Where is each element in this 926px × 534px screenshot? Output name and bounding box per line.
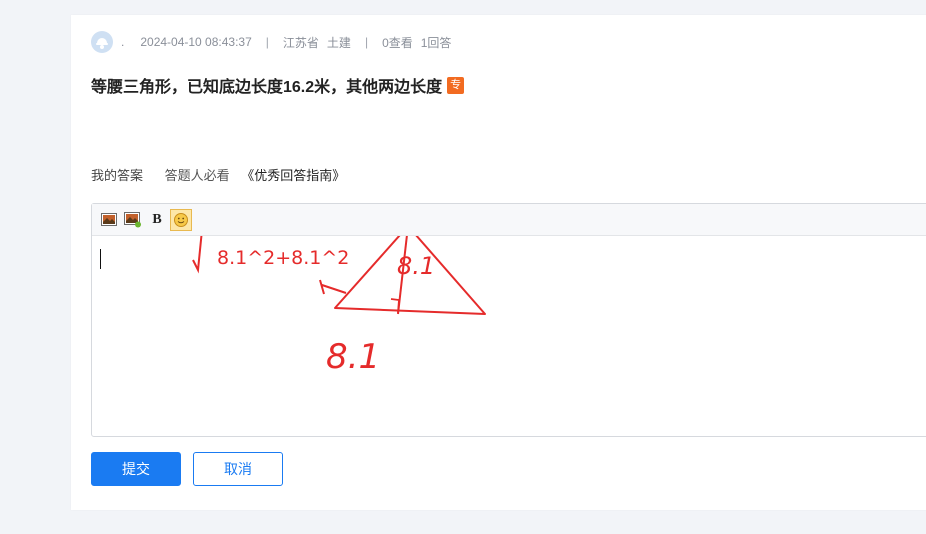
answer-guide-link[interactable]: 《优秀回答指南》 xyxy=(241,168,345,183)
upload-image-button[interactable] xyxy=(122,209,144,231)
image-upload-icon xyxy=(124,211,141,227)
question-datetime: 2024-04-10 08:43:37 xyxy=(140,35,252,49)
view-count: 0查看 xyxy=(382,35,413,50)
question-province: 江苏省 xyxy=(282,35,319,50)
guide-prefix: 答题人必看 xyxy=(164,168,230,183)
arrow-mark xyxy=(319,279,347,295)
question-title: 等腰三角形，已知底边长度16.2米，其他两边长度 专 xyxy=(91,73,465,97)
submit-button[interactable]: 提交 xyxy=(91,452,181,486)
insert-image-button[interactable] xyxy=(98,209,120,231)
author-name[interactable]: . xyxy=(121,35,124,49)
question-meta: . 2024-04-10 08:43:37 | 江苏省 土建 | 0查看 1回答 xyxy=(91,31,451,53)
question-title-text: 等腰三角形，已知底边长度16.2米，其他两边长度 xyxy=(91,79,443,96)
answer-header: 我的答案 答题人必看 《优秀回答指南》 xyxy=(91,165,345,184)
professional-badge: 专 xyxy=(447,76,465,94)
editor-toolbar: B xyxy=(92,204,926,236)
meta-divider: | xyxy=(364,35,369,49)
answer-count: 1回答 xyxy=(420,35,452,50)
my-answer-label: 我的答案 xyxy=(91,168,144,183)
emoji-button[interactable] xyxy=(170,208,192,231)
height-label: 8.1 xyxy=(397,252,435,280)
question-category: 土建 xyxy=(326,35,351,50)
meta-divider: | xyxy=(265,35,269,49)
question-card: . 2024-04-10 08:43:37 | 江苏省 土建 | 0查看 1回答… xyxy=(71,15,926,510)
cancel-button[interactable]: 取消 xyxy=(193,452,283,486)
sqrt-formula-text: 8.1^2+8.1^2 xyxy=(217,247,349,269)
avatar[interactable] xyxy=(91,31,113,53)
base-length-label: 8.1 xyxy=(326,337,380,377)
editor-content-area[interactable]: 8.1^2+8.1^2 8.1 8.1 xyxy=(92,236,926,436)
bold-button[interactable]: B xyxy=(146,209,168,231)
user-helmet-icon xyxy=(96,38,108,49)
answer-editor: B 8.1^2+8.1^2 8.1 8.1 xyxy=(91,203,926,437)
image-icon xyxy=(101,213,117,226)
handwritten-sketch: 8.1^2+8.1^2 8.1 8.1 xyxy=(192,236,486,377)
smiley-icon xyxy=(174,212,188,227)
